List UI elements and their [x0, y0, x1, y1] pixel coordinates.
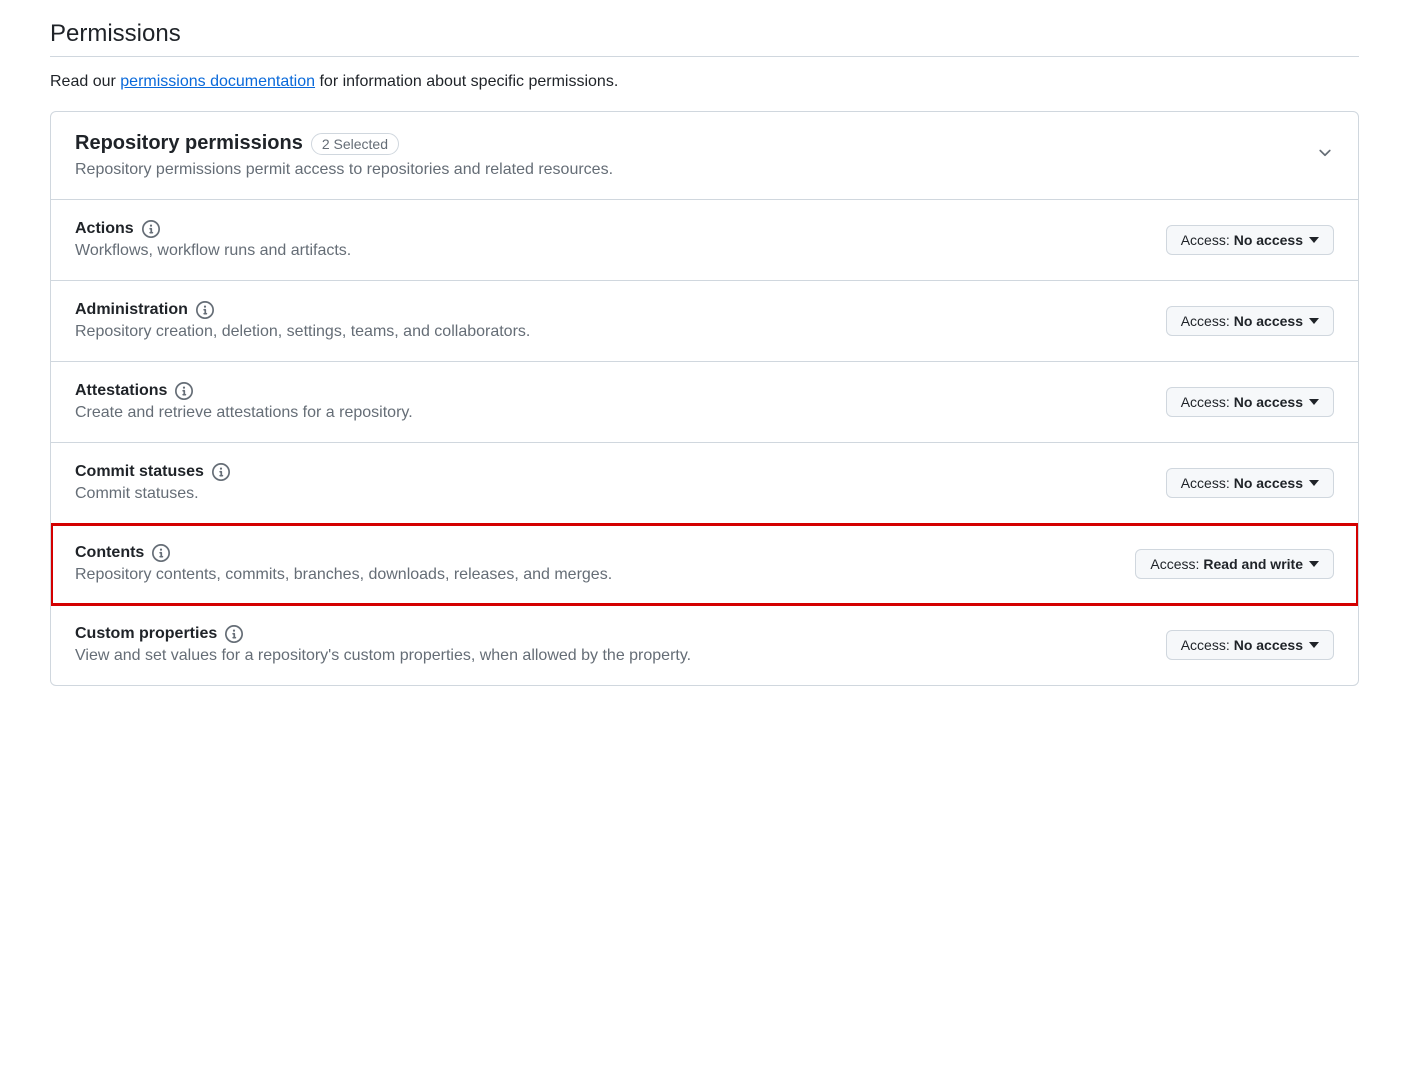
repository-permissions-header[interactable]: Repository permissions 2 Selected Reposi…: [51, 112, 1358, 200]
access-value: Read and write: [1203, 556, 1303, 572]
intro-text: Read our permissions documentation for i…: [50, 73, 1359, 91]
caret-down-icon: [1309, 559, 1319, 569]
permission-name: Attestations: [75, 382, 167, 400]
permission-row: Contents Repository contents, commits, br…: [51, 524, 1358, 605]
permission-name: Commit statuses: [75, 463, 204, 481]
intro-prefix: Read our: [50, 73, 120, 90]
section-title: Repository permissions: [75, 132, 303, 155]
permission-description: Repository contents, commits, branches, …: [75, 566, 612, 584]
access-value: No access: [1234, 313, 1303, 329]
caret-down-icon: [1309, 316, 1319, 326]
access-label: Access:: [1181, 313, 1230, 329]
caret-down-icon: [1309, 397, 1319, 407]
header-left: Repository permissions 2 Selected Reposi…: [75, 132, 613, 179]
permission-description: Workflows, workflow runs and artifacts.: [75, 242, 351, 260]
access-label: Access:: [1181, 637, 1230, 653]
permission-name: Contents: [75, 544, 144, 562]
permission-row: Actions Workflows, workflow runs and arti…: [51, 200, 1358, 281]
caret-down-icon: [1309, 235, 1319, 245]
permissions-docs-link[interactable]: permissions documentation: [120, 73, 315, 90]
permission-description: Repository creation, deletion, settings,…: [75, 323, 530, 341]
permission-row: Commit statuses Commit statuses. Access: N…: [51, 443, 1358, 524]
access-label: Access:: [1150, 556, 1199, 572]
permission-row: Custom properties View and set values for…: [51, 605, 1358, 685]
info-icon[interactable]: [175, 382, 193, 400]
access-label: Access:: [1181, 475, 1230, 491]
section-description: Repository permissions permit access to …: [75, 161, 613, 179]
access-value: No access: [1234, 475, 1303, 491]
permission-name: Custom properties: [75, 625, 217, 643]
permission-name-row: Custom properties: [75, 625, 691, 643]
selected-count-badge: 2 Selected: [311, 133, 399, 155]
access-label: Access:: [1181, 394, 1230, 410]
permission-description: View and set values for a repository's c…: [75, 647, 691, 665]
access-value: No access: [1234, 232, 1303, 248]
permission-row: Attestations Create and retrieve attestat…: [51, 362, 1358, 443]
permission-row-left: Attestations Create and retrieve attestat…: [75, 382, 413, 422]
info-icon[interactable]: [212, 463, 230, 481]
permission-row-left: Commit statuses Commit statuses.: [75, 463, 230, 503]
permission-row-left: Actions Workflows, workflow runs and arti…: [75, 220, 351, 260]
access-dropdown[interactable]: Access: No access: [1166, 387, 1334, 417]
access-label: Access:: [1181, 232, 1230, 248]
info-icon[interactable]: [142, 220, 160, 238]
permission-name-row: Administration: [75, 301, 530, 319]
permission-row-left: Administration Repository creation, delet…: [75, 301, 530, 341]
permission-row-left: Custom properties View and set values for…: [75, 625, 691, 665]
header-title-row: Repository permissions 2 Selected: [75, 132, 613, 155]
access-dropdown[interactable]: Access: No access: [1166, 225, 1334, 255]
permission-name-row: Attestations: [75, 382, 413, 400]
permission-name: Administration: [75, 301, 188, 319]
permission-name: Actions: [75, 220, 134, 238]
caret-down-icon: [1309, 478, 1319, 488]
permission-name-row: Contents: [75, 544, 612, 562]
access-value: No access: [1234, 394, 1303, 410]
permission-description: Create and retrieve attestations for a r…: [75, 404, 413, 422]
chevron-down-icon: [1316, 144, 1334, 167]
permission-description: Commit statuses.: [75, 485, 230, 503]
access-dropdown[interactable]: Access: No access: [1166, 468, 1334, 498]
permission-row: Administration Repository creation, delet…: [51, 281, 1358, 362]
info-icon[interactable]: [225, 625, 243, 643]
access-dropdown[interactable]: Access: No access: [1166, 306, 1334, 336]
caret-down-icon: [1309, 640, 1319, 650]
permissions-box: Repository permissions 2 Selected Reposi…: [50, 111, 1359, 686]
access-dropdown[interactable]: Access: No access: [1166, 630, 1334, 660]
page-title: Permissions: [50, 20, 1359, 57]
intro-suffix: for information about specific permissio…: [315, 73, 618, 90]
permission-name-row: Actions: [75, 220, 351, 238]
info-icon[interactable]: [196, 301, 214, 319]
permission-row-left: Contents Repository contents, commits, br…: [75, 544, 612, 584]
access-dropdown[interactable]: Access: Read and write: [1135, 549, 1334, 579]
permission-name-row: Commit statuses: [75, 463, 230, 481]
access-value: No access: [1234, 637, 1303, 653]
info-icon[interactable]: [152, 544, 170, 562]
